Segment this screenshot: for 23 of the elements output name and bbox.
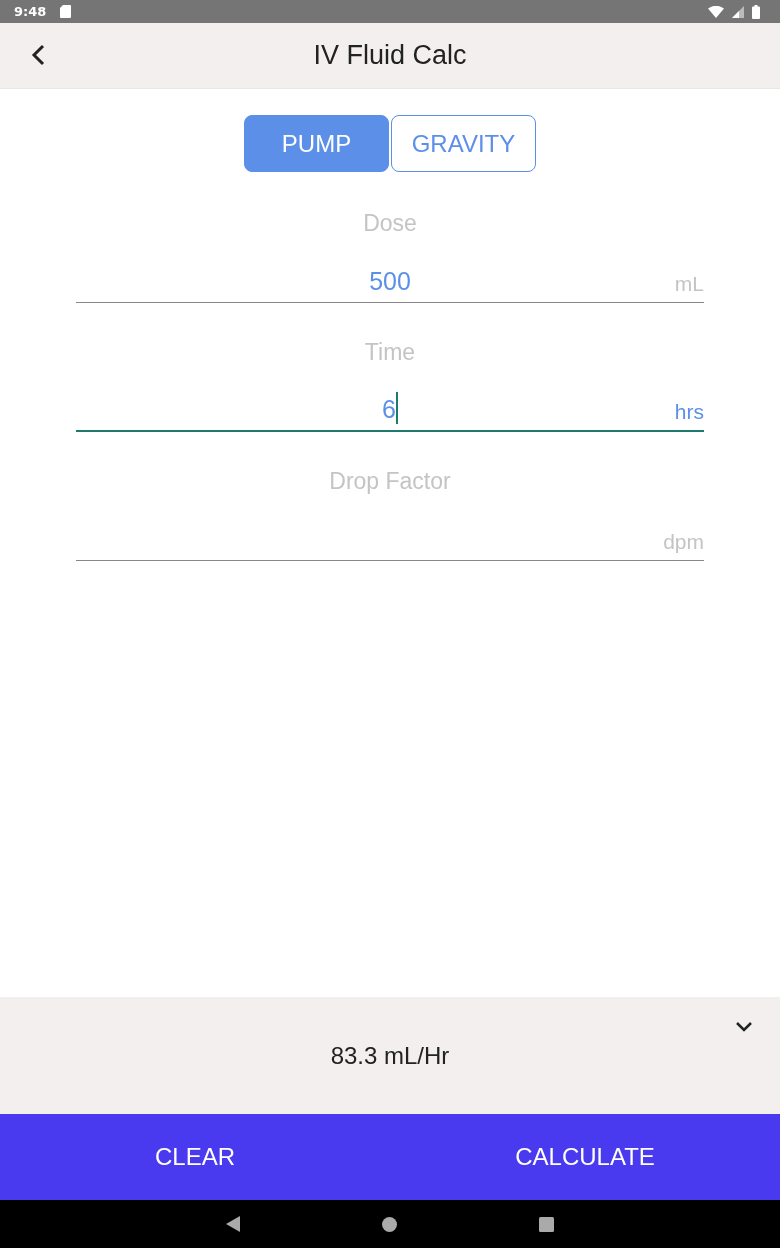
field-label: Drop Factor [329,468,451,495]
battery-icon [752,4,760,19]
screen-title: IV Fluid Calc [313,40,467,71]
unit-label: hrs [673,400,704,424]
field-value[interactable]: 500 [369,267,411,296]
recents-icon[interactable] [539,1216,554,1232]
status-time: 9:48 [14,4,47,19]
home-icon[interactable] [382,1216,397,1232]
unit-label: dpm [662,530,704,554]
text-cursor [395,392,398,424]
mode-tab[interactable]: GRAVITY [391,115,536,172]
wifi-icon [708,5,724,18]
result-value: 83.3 mL/Hr [330,1041,450,1070]
field-label: Dose [363,210,417,237]
back-icon[interactable] [226,1216,240,1232]
signal-icon [732,5,744,18]
sd-card-icon [60,5,72,18]
back-icon[interactable] [31,44,45,66]
unit-label: mL [673,272,704,296]
mode-tab[interactable]: PUMP [244,115,389,172]
chevron-down-icon[interactable] [735,1021,753,1032]
field-value[interactable]: 6 [382,395,396,424]
field-label: Time [364,339,416,366]
